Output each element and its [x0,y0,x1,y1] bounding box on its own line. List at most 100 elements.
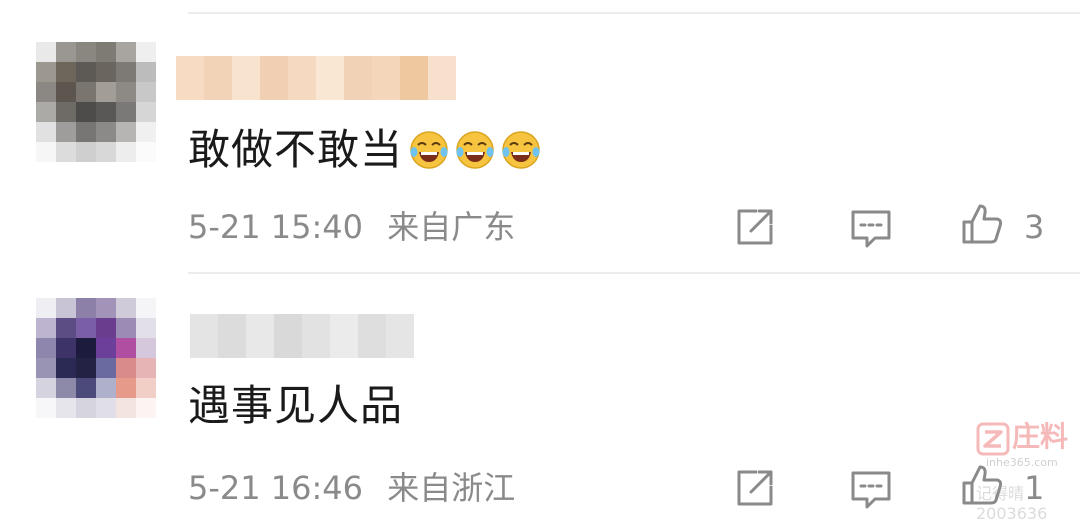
avatar-pixel [116,62,136,82]
avatar-pixel [96,318,116,338]
watermark-logo-icon [976,422,1010,456]
comment-location: 来自浙江 [387,469,516,507]
comment-time: 5-21 15:40 [188,208,364,246]
avatar-pixel [136,122,156,142]
avatar-pixel [116,298,136,318]
comment-time: 5-21 16:46 [188,469,364,507]
avatar-pixel [96,358,116,378]
reply-button[interactable] [849,467,893,511]
like-button[interactable] [960,202,1004,246]
laugh-crying-emoji-icon [502,131,540,169]
avatar-pixel [36,82,56,102]
avatar-pixel [36,378,56,398]
avatar-pixel [96,82,116,102]
thumbs-up-icon [962,204,1003,244]
share-button[interactable] [733,205,777,249]
avatar-pixel [76,298,96,318]
avatar-pixel [96,142,116,162]
username-pixel [204,56,232,100]
site-watermark: 庄料 inhe365.com 记得晴 2003636 [976,420,1074,523]
avatar-pixel [56,82,76,102]
username-pixel [232,56,260,100]
avatar-pixel [56,318,76,338]
avatar-pixel [36,42,56,62]
avatar-pixel [116,378,136,398]
avatar-pixel [56,62,76,82]
avatar-pixel [56,298,76,318]
avatar-pixel [56,122,76,142]
avatar-pixel [136,298,156,318]
avatar-pixel [96,122,116,142]
watermark-extra: 记得晴 2003636 [976,484,1048,523]
username-blurred[interactable] [176,56,456,100]
comment-body: 敢做不敢当 [188,122,541,178]
avatar-pixel [56,378,76,398]
share-button[interactable] [733,466,777,510]
avatar-pixel [136,358,156,378]
username-pixel [358,314,386,358]
username-pixel [330,314,358,358]
avatar-pixel [96,338,116,358]
comment-text: 遇事见人品 [188,381,404,430]
avatar-pixel [96,62,116,82]
comment-location: 来自广东 [387,208,516,246]
comment-body: 遇事见人品 [188,378,403,434]
reply-button[interactable] [849,206,893,250]
avatar-pixel [116,42,136,62]
avatar-pixel [136,338,156,358]
username-pixel [246,314,274,358]
username-pixel [218,314,246,358]
avatar-pixel [116,338,136,358]
comment-item-2: 遇事见人品 5-21 16:46 来自浙江 1 [0,268,1080,528]
username-pixel [288,56,316,100]
avatar-pixel [36,142,56,162]
avatar-pixel [56,398,76,418]
avatar-pixel [76,102,96,122]
avatar-pixel [96,102,116,122]
comment-meta: 5-21 15:40 来自广东 [188,207,515,247]
avatar-pixel [76,62,96,82]
avatar-pixel [56,338,76,358]
laugh-crying-emoji-icon [456,131,494,169]
username-pixel [372,56,400,100]
avatar-pixel [36,62,56,82]
avatar-pixel [96,378,116,398]
avatar-pixel [36,318,56,338]
avatar-pixel [36,398,56,418]
avatar-pixel [136,378,156,398]
comment-item-1: 敢做不敢当 5-21 15:40 来自广东 3 [0,0,1080,260]
comment-meta: 5-21 16:46 来自浙江 [188,468,515,508]
username-pixel [302,314,330,358]
avatar-pixel [136,318,156,338]
avatar-pixel [36,338,56,358]
watermark-url: inhe365.com [986,456,1058,469]
avatar-pixel [36,102,56,122]
avatar-pixel [116,318,136,338]
username-pixel [344,56,372,100]
avatar-pixel [36,122,56,142]
username-blurred[interactable] [190,314,414,358]
avatar-pixel [76,318,96,338]
avatar-pixel [76,142,96,162]
username-pixel [260,56,288,100]
avatar-pixel [56,142,76,162]
avatar-pixel [56,102,76,122]
avatar-pixel [96,42,116,62]
avatar[interactable] [36,298,156,418]
avatar-pixel [116,398,136,418]
username-pixel [316,56,344,100]
avatar-pixel [136,102,156,122]
username-pixel [428,56,456,100]
avatar-pixel [76,82,96,102]
avatar-pixel [116,358,136,378]
avatar-pixel [136,398,156,418]
avatar-pixel [36,358,56,378]
avatar-pixel [36,298,56,318]
username-pixel [274,314,302,358]
avatar[interactable] [36,42,156,162]
share-icon [737,470,773,506]
comment-text: 敢做不敢当 [188,125,404,174]
laugh-crying-emoji-icon [410,131,448,169]
username-pixel [176,56,204,100]
avatar-pixel [76,378,96,398]
